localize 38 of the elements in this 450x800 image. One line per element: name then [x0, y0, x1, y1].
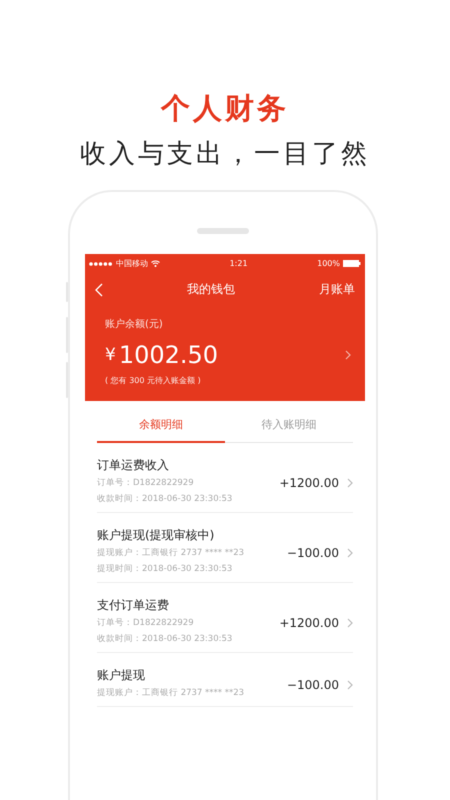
promo-subtitle: 收入与支出，一目了然	[80, 138, 370, 171]
monthly-bill-link[interactable]: 月账单	[319, 281, 355, 298]
record-title: 支付订单运费	[97, 598, 170, 613]
record-amount: +1200.00	[279, 476, 339, 490]
record-time: 收款时间：2018-06-30 23:30:53	[97, 633, 234, 646]
chevron-right-icon	[347, 478, 353, 488]
record-time: 收款时间：2018-06-30 23:30:53	[97, 493, 234, 506]
back-icon[interactable]	[95, 282, 103, 296]
record-detail: 订单号：D1822822929	[97, 477, 195, 490]
chevron-right-icon	[345, 350, 351, 360]
promo-title: 个人财务	[161, 90, 289, 127]
wifi-icon	[151, 260, 160, 267]
chevron-right-icon	[347, 548, 353, 558]
signal-icon	[89, 262, 113, 266]
balance-label: 账户余额(元)	[105, 318, 164, 332]
record-detail: 提现账户：工商银行 2737 **** **23	[97, 547, 246, 560]
record-amount: −100.00	[286, 678, 339, 692]
status-time: 1:21	[228, 259, 249, 268]
battery-percent: 100%	[317, 259, 340, 268]
tab[interactable]: 待入账明细	[225, 401, 353, 443]
balance-amount: 1002.50	[118, 341, 220, 369]
record-detail: 提现账户：工商银行 2737 **** **23	[97, 687, 246, 700]
record-amount: +1200.00	[279, 616, 339, 630]
chevron-right-icon	[347, 680, 353, 690]
tab[interactable]: 余额明细	[97, 401, 225, 443]
record-amount: −100.00	[286, 546, 339, 560]
battery-icon	[343, 260, 361, 267]
page-title: 我的钱包	[186, 281, 236, 298]
record-time: 提现时间：2018-06-30 23:30:53	[97, 563, 234, 576]
carrier-name: 中国移动	[116, 258, 148, 269]
record-title: 账户提现	[97, 668, 146, 683]
speaker-slot	[197, 228, 249, 234]
currency-sign: ¥	[105, 345, 116, 365]
record-detail: 订单号：D1822822929	[97, 617, 195, 630]
record-title: 订单运费收入	[97, 458, 170, 473]
record-title: 账户提现(提现审核中)	[97, 528, 216, 543]
chevron-right-icon	[347, 618, 353, 628]
pending-note: ( 您有 300 元待入账金额 )	[105, 376, 202, 386]
